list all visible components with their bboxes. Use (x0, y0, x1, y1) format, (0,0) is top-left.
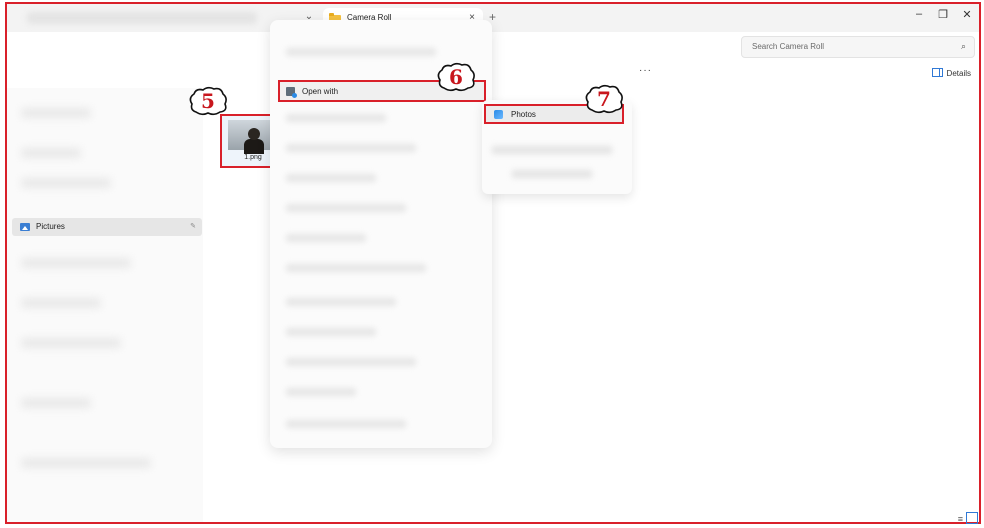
minimize-button[interactable]: – (909, 8, 929, 20)
blurred-menu-item (286, 144, 416, 152)
blurred-menu-item (286, 114, 386, 122)
step-7-badge: 7 (584, 84, 624, 114)
blurred-region (21, 148, 81, 158)
details-pane-icon (931, 68, 943, 77)
view-toggle: ≡ (958, 512, 978, 524)
blurred-menu-item (286, 328, 376, 336)
blurred-menu-item (286, 358, 416, 366)
details-button[interactable]: Details (931, 68, 971, 78)
blurred-menu-item (286, 420, 406, 428)
search-placeholder: Search Camera Roll (752, 42, 825, 51)
blurred-menu-item (286, 388, 356, 396)
list-view-icon[interactable]: ≡ (958, 514, 963, 524)
blurred-menu-item (286, 264, 426, 272)
blurred-region (21, 298, 101, 308)
details-label: Details (946, 69, 971, 78)
blurred-menu-item (286, 174, 376, 182)
step-5-badge: 5 (188, 86, 228, 116)
photos-app-icon (494, 110, 503, 119)
blurred-menu-item (286, 48, 436, 56)
blurred-menu-item (286, 204, 406, 212)
search-icon[interactable]: ⌕ (961, 41, 966, 52)
submenu-item-label: Photos (511, 110, 536, 119)
step-number: 7 (597, 87, 611, 111)
close-window-button[interactable]: ✕ (957, 8, 977, 21)
thumbnail-person (244, 139, 264, 154)
step-6-badge: 6 (436, 62, 476, 92)
blurred-menu-item (286, 234, 366, 242)
blurred-menu-item (512, 170, 592, 178)
sidebar-item-pictures[interactable]: Pictures ✎ (12, 218, 202, 236)
step-number: 5 (201, 89, 215, 113)
pictures-icon (20, 223, 30, 231)
step-number: 6 (449, 65, 463, 89)
explorer-window: ⌄ Camera Roll × + – ❐ ✕ Search Camera Ro… (5, 2, 981, 524)
search-input[interactable]: Search Camera Roll ⌕ (741, 36, 975, 58)
tiles-view-icon[interactable] (966, 512, 978, 524)
open-with-icon (286, 87, 297, 98)
address-bar-row: Search Camera Roll ⌕ (7, 32, 979, 63)
more-options-button[interactable]: ··· (639, 65, 652, 76)
blurred-region (21, 338, 121, 348)
blurred-region (21, 258, 131, 268)
blurred-region (21, 458, 151, 468)
blurred-region (21, 398, 91, 408)
pin-icon: ✎ (190, 223, 196, 230)
restore-button[interactable]: ❐ (933, 8, 953, 21)
thumbnail-head (248, 128, 260, 140)
blurred-menu-item (286, 298, 396, 306)
blurred-region (27, 12, 257, 24)
blurred-region (21, 178, 111, 188)
navigation-pane: Pictures ✎ (7, 88, 203, 522)
sidebar-item-label: Pictures (36, 222, 65, 231)
blurred-menu-item (492, 146, 612, 154)
title-bar: ⌄ Camera Roll × + – ❐ ✕ (7, 4, 979, 32)
blurred-region (21, 108, 91, 118)
menu-item-label: Open with (302, 87, 339, 96)
command-bar: ··· Details (7, 62, 979, 88)
